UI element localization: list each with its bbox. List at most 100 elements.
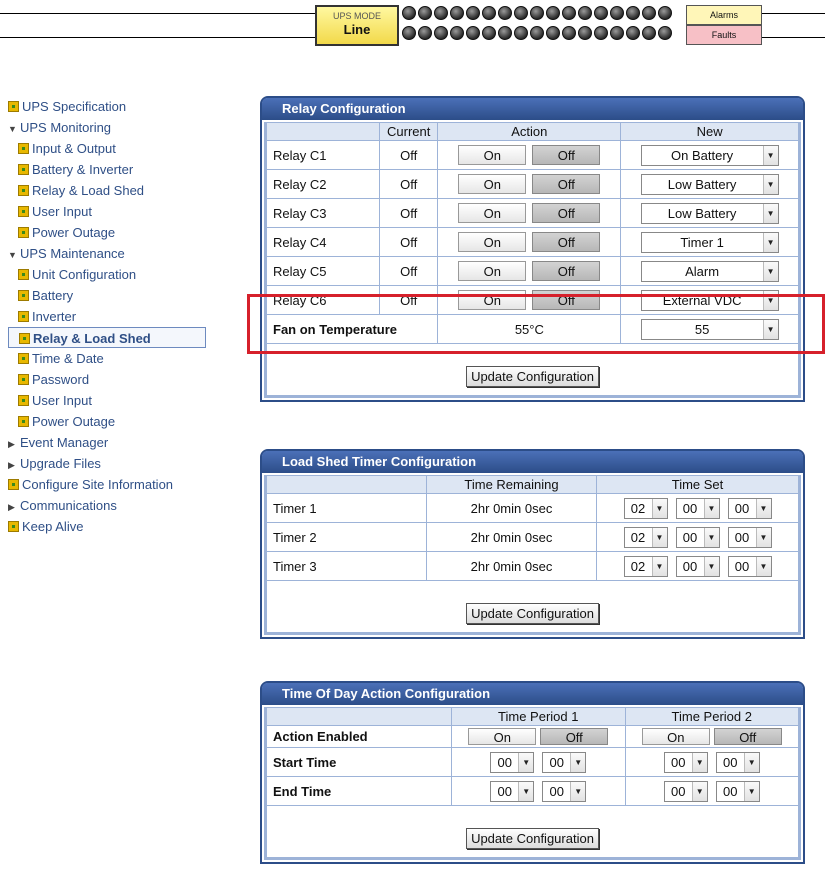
minutes-select[interactable]: 00 ▼: [715, 751, 760, 773]
minutes-select[interactable]: 00 ▼: [542, 751, 587, 773]
sidebar-item-input-output[interactable]: Input & Output: [8, 138, 248, 159]
panel-body: Current Action New Relay C1 Off On Off On…: [264, 122, 801, 398]
triangle-right-icon: ▶: [8, 502, 15, 512]
sidebar-item-time-date[interactable]: Time & Date: [8, 348, 248, 369]
sidebar-group-upgrade-files[interactable]: ▶ Upgrade Files: [8, 453, 248, 474]
relay-off-button[interactable]: Off: [532, 232, 601, 252]
sidebar-item-unit-configuration[interactable]: Unit Configuration: [8, 264, 248, 285]
relay-on-button[interactable]: On: [458, 290, 527, 310]
relay-off-button[interactable]: Off: [532, 203, 601, 223]
chevron-down-icon: ▼: [762, 232, 778, 252]
period2-off-button[interactable]: Off: [713, 728, 782, 746]
update-configuration-button[interactable]: Update Configuration: [466, 366, 599, 387]
sidebar-item-ups-specification[interactable]: UPS Specification: [8, 96, 248, 117]
sidebar-item-configure-site-information[interactable]: Configure Site Information: [8, 474, 248, 495]
relay-new-select[interactable]: Low Battery ▼: [640, 173, 779, 195]
minutes-select[interactable]: 00 ▼: [675, 555, 720, 577]
period2-on-button[interactable]: On: [641, 728, 710, 746]
minutes-select[interactable]: 00 ▼: [675, 497, 720, 519]
page-icon: [18, 416, 29, 427]
timer-set-cell: 02 ▼ 00 ▼ 00 ▼: [596, 551, 799, 581]
led-icon: [578, 6, 592, 20]
top-rule: [762, 37, 825, 38]
led-icon: [562, 6, 576, 20]
select-value: 00: [497, 783, 512, 799]
sidebar-item-power-outage-monitoring[interactable]: Power Outage: [8, 222, 248, 243]
relay-new-select[interactable]: External VDC ▼: [640, 289, 779, 311]
sidebar-item-label: Input & Output: [32, 141, 116, 156]
triangle-down-icon: ▼: [8, 250, 17, 260]
relay-off-button[interactable]: Off: [532, 290, 601, 310]
chevron-down-icon: ▼: [691, 752, 707, 772]
sidebar-item-keep-alive[interactable]: Keep Alive: [8, 516, 248, 537]
seconds-select[interactable]: 00 ▼: [727, 555, 772, 577]
relay-current: Off: [378, 256, 439, 286]
sidebar-item-battery-inverter[interactable]: Battery & Inverter: [8, 159, 248, 180]
sidebar-group-ups-maintenance[interactable]: ▼ UPS Maintenance: [8, 243, 248, 264]
minutes-select[interactable]: 00 ▼: [542, 780, 587, 802]
hours-select[interactable]: 00 ▼: [490, 780, 535, 802]
led-icon: [482, 6, 496, 20]
alarms-indicator[interactable]: Alarms: [686, 5, 762, 25]
hours-select[interactable]: 02 ▼: [623, 497, 668, 519]
sidebar-group-communications[interactable]: ▶ Communications: [8, 495, 248, 516]
relay-on-button[interactable]: On: [458, 232, 527, 252]
relay-new-select[interactable]: Low Battery ▼: [640, 202, 779, 224]
update-cell: Update Configuration: [266, 343, 799, 396]
minutes-select[interactable]: 00 ▼: [715, 780, 760, 802]
relay-table: Current Action New Relay C1 Off On Off On…: [265, 122, 799, 396]
relay-on-button[interactable]: On: [458, 203, 527, 223]
relay-on-button[interactable]: On: [458, 145, 527, 165]
sidebar-item-relay-load-shed-active[interactable]: Relay & Load Shed: [8, 327, 206, 348]
sidebar-group-event-manager[interactable]: ▶ Event Manager: [8, 432, 248, 453]
relay-off-button[interactable]: Off: [532, 261, 601, 281]
panel-title: Relay Configuration: [262, 98, 803, 120]
faults-indicator[interactable]: Faults: [686, 25, 762, 45]
relay-action-cell: On Off: [437, 227, 622, 257]
sidebar-item-relay-load-shed-monitoring[interactable]: Relay & Load Shed: [8, 180, 248, 201]
hours-select[interactable]: 02 ▼: [623, 526, 668, 548]
seconds-select[interactable]: 00 ▼: [727, 497, 772, 519]
relay-current: Off: [378, 198, 439, 228]
hours-select[interactable]: 00 ▼: [663, 751, 708, 773]
hours-select[interactable]: 00 ▼: [490, 751, 535, 773]
relay-on-button[interactable]: On: [458, 174, 527, 194]
table-row: Fan on Temperature 55°C 55 ▼: [265, 314, 799, 344]
sidebar-item-user-input-monitoring[interactable]: User Input: [8, 201, 248, 222]
relay-off-button[interactable]: Off: [532, 174, 601, 194]
minutes-select[interactable]: 00 ▼: [675, 526, 720, 548]
relay-new-select[interactable]: Alarm ▼: [640, 260, 779, 282]
relay-off-button[interactable]: Off: [532, 145, 601, 165]
period1-off-button[interactable]: Off: [540, 728, 609, 746]
sidebar-item-battery[interactable]: Battery: [8, 285, 248, 306]
sidebar-item-password[interactable]: Password: [8, 369, 248, 390]
led-icon: [578, 26, 592, 40]
sidebar-item-inverter[interactable]: Inverter: [8, 306, 248, 327]
led-icon: [610, 6, 624, 20]
sidebar-item-label: Relay & Load Shed: [32, 183, 145, 198]
relay-action-cell: On Off: [437, 256, 622, 286]
seconds-select[interactable]: 00 ▼: [727, 526, 772, 548]
led-icon: [626, 26, 640, 40]
select-value: 00: [723, 754, 738, 770]
fan-temp-select[interactable]: 55 ▼: [640, 318, 779, 340]
relay-new-select[interactable]: Timer 1 ▼: [640, 231, 779, 253]
select-value: 00: [682, 529, 698, 545]
hours-select[interactable]: 00 ▼: [663, 780, 708, 802]
hours-select[interactable]: 02 ▼: [623, 555, 668, 577]
relay-new-select[interactable]: On Battery ▼: [640, 144, 779, 166]
sidebar-group-ups-monitoring[interactable]: ▼ UPS Monitoring: [8, 117, 248, 138]
led-icon: [658, 6, 672, 20]
update-configuration-button[interactable]: Update Configuration: [466, 603, 599, 624]
table-row: Relay C3 Off On Off Low Battery ▼: [266, 198, 799, 228]
relay-new-cell: Low Battery ▼: [620, 198, 799, 228]
update-configuration-button[interactable]: Update Configuration: [466, 828, 599, 849]
period1-on-button[interactable]: On: [468, 728, 537, 746]
relay-name: Relay C4: [266, 227, 380, 257]
relay-new-cell: Alarm ▼: [620, 256, 799, 286]
relay-on-button[interactable]: On: [458, 261, 527, 281]
sidebar-item-power-outage-maintenance[interactable]: Power Outage: [8, 411, 248, 432]
sidebar-item-label: Relay & Load Shed: [33, 331, 151, 346]
page-icon: [8, 521, 19, 532]
sidebar-item-user-input-maintenance[interactable]: User Input: [8, 390, 248, 411]
